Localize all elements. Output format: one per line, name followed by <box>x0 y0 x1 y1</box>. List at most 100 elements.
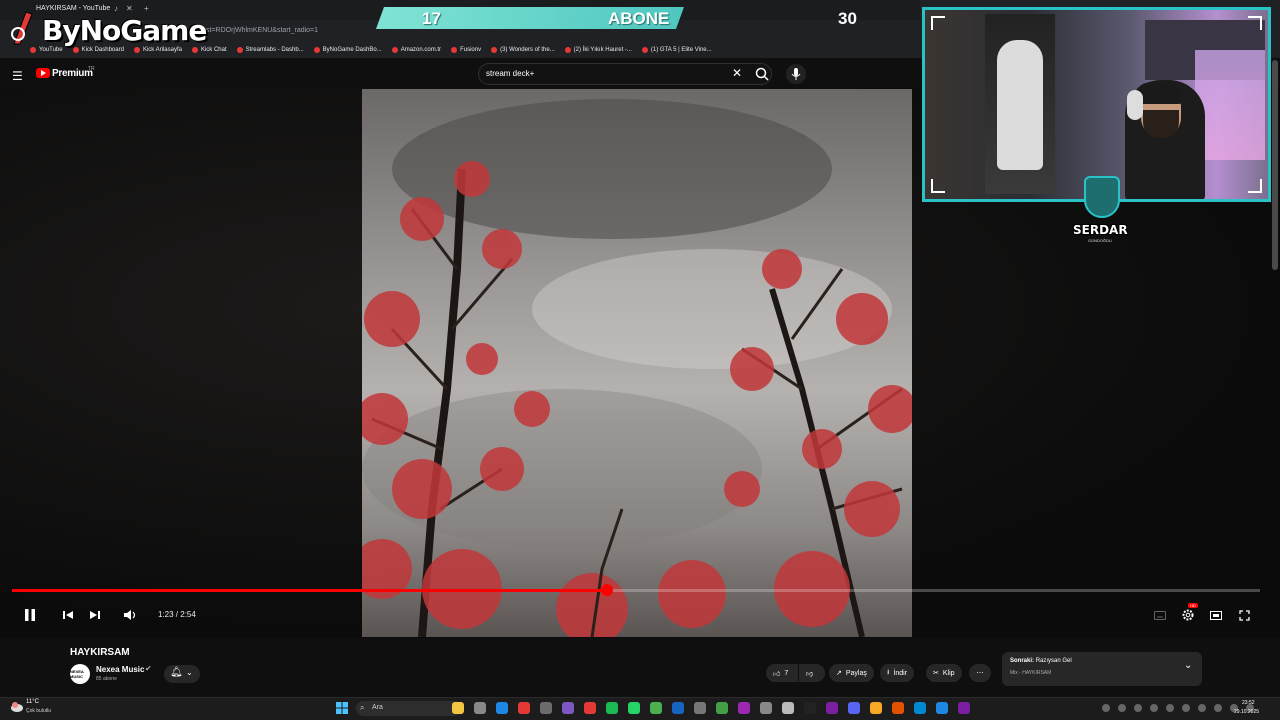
url-text[interactable]: st=RDOrjWhlmKENU&start_radio=1 <box>206 27 318 34</box>
app-icon[interactable] <box>958 702 970 714</box>
like-button[interactable]: 👍︎ 7 <box>766 664 798 682</box>
tab-audio-icon[interactable]: ♪ <box>114 4 118 13</box>
new-tab-icon[interactable]: + <box>144 4 149 13</box>
system-tray-icon[interactable] <box>1150 704 1158 712</box>
system-tray-icon[interactable] <box>1166 704 1174 712</box>
system-tray-icon[interactable] <box>1198 704 1206 712</box>
up-next-mix: Mix - HAYKIRSAM <box>1010 670 1052 676</box>
expand-chevron-icon[interactable]: ⌄ <box>1184 660 1192 671</box>
led-light <box>1195 50 1265 160</box>
bynogame-logo-icon <box>11 11 33 45</box>
office-icon[interactable] <box>892 702 904 714</box>
game-icon[interactable] <box>650 702 662 714</box>
share-label: Paylaş <box>845 669 867 677</box>
obs-icon[interactable] <box>562 702 574 714</box>
like-count: 7 <box>784 669 789 677</box>
more-actions-button[interactable]: ⋯ <box>969 664 991 682</box>
system-tray-icon[interactable] <box>1102 704 1110 712</box>
bookmark-item[interactable]: Fusionv <box>451 47 481 53</box>
scissors-icon: ✂ <box>933 670 939 677</box>
bookmark-label: YouTube <box>39 47 63 53</box>
settings-button[interactable] <box>1179 606 1197 624</box>
bell-icon: 🔔︎ <box>170 667 183 678</box>
weather-temperature[interactable]: 11°C <box>26 699 39 705</box>
file-explorer-icon[interactable] <box>474 702 486 714</box>
bookmark-item[interactable]: (3) Wonders of the... <box>491 47 555 53</box>
edge-icon[interactable] <box>496 702 508 714</box>
channel-name[interactable]: Nexea Music <box>96 665 144 674</box>
notification-bell-button[interactable]: 🔔︎ ⌄ <box>164 665 200 683</box>
search-input[interactable]: stream deck+ <box>486 69 534 78</box>
chrome-icon[interactable] <box>518 702 530 714</box>
clear-search-icon[interactable]: ✕ <box>732 66 742 80</box>
up-next-title: Sonraki: Razıysan Gel <box>1010 658 1072 664</box>
next-button[interactable] <box>87 606 103 624</box>
taskbar-search-placeholder[interactable]: Ara <box>372 704 383 711</box>
app-icon[interactable] <box>826 702 838 714</box>
calendar-icon[interactable] <box>584 702 596 714</box>
system-tray-icon[interactable] <box>1214 704 1222 712</box>
share-button[interactable]: ↗ Paylaş <box>829 664 874 682</box>
steam-icon[interactable] <box>914 702 926 714</box>
download-button[interactable]: ⭳ İndir <box>880 664 915 682</box>
whatsapp-icon[interactable] <box>628 702 640 714</box>
tab-title[interactable]: HAYKIRSAM - YouTube <box>36 5 110 12</box>
voice-search-button[interactable] <box>786 64 806 84</box>
theater-icon <box>1210 610 1222 620</box>
folder-icon[interactable] <box>870 702 882 714</box>
discord-icon[interactable] <box>848 702 860 714</box>
bookmark-item[interactable]: (2) İki Yıkık Hauret -... <box>564 47 632 53</box>
stream-icon[interactable] <box>738 702 750 714</box>
taskbar-time[interactable]: 23:52 <box>1242 700 1255 706</box>
sub-goal-target: 30 <box>838 9 857 28</box>
video-artwork[interactable] <box>362 89 912 637</box>
app-icon[interactable] <box>540 702 552 714</box>
previous-button[interactable] <box>60 606 76 624</box>
weather-description[interactable]: Çok bulutlu <box>26 708 51 714</box>
bookmark-item[interactable]: Streamlabs - Dashb... <box>236 47 304 53</box>
system-tray-icon[interactable] <box>1182 704 1190 712</box>
app-icon[interactable] <box>804 702 816 714</box>
youtube-premium-logo[interactable]: Premium <box>52 68 93 79</box>
tab-close-icon[interactable]: ✕ <box>126 4 133 13</box>
page-scrollbar[interactable] <box>1272 60 1278 270</box>
dislike-button[interactable]: 👎︎ <box>799 664 825 682</box>
widgets-icon[interactable] <box>452 702 464 714</box>
spotify-icon[interactable] <box>606 702 618 714</box>
bookmark-item[interactable]: Amazon.com.tr <box>391 47 441 53</box>
weather-cloud-icon <box>11 702 23 712</box>
search-icon[interactable] <box>752 65 772 83</box>
bookmark-item[interactable]: Kick Dashboard <box>72 47 124 53</box>
hd-badge: HD <box>1188 603 1198 608</box>
xbox-icon[interactable] <box>716 702 728 714</box>
frame-corner <box>1248 179 1262 193</box>
app-icon[interactable] <box>694 702 706 714</box>
pause-button[interactable] <box>20 606 40 624</box>
bookmark-item[interactable]: ByNoGame DashBo... <box>313 47 382 53</box>
system-tray-icon[interactable] <box>1118 704 1126 712</box>
bookmark-item[interactable]: Kick Arilasayfa <box>133 47 182 53</box>
verified-icon: ✔ <box>145 664 152 673</box>
frame-corner <box>1248 16 1262 30</box>
subtitles-button[interactable] <box>1151 606 1169 624</box>
volume-button[interactable] <box>121 606 139 624</box>
bookmark-item[interactable]: (1) GTA 5 | Elite Vine... <box>641 47 712 53</box>
theater-mode-button[interactable] <box>1207 606 1225 624</box>
store-icon[interactable] <box>936 702 948 714</box>
bookmark-item[interactable]: Kick Chat <box>191 47 227 53</box>
outlook-icon[interactable] <box>672 702 684 714</box>
taskbar-date[interactable]: 29.10.2025 <box>1234 709 1259 715</box>
channel-avatar[interactable]: NEXEA MUSIC <box>70 664 90 684</box>
progress-scrubber[interactable] <box>601 584 613 596</box>
system-tray-icon[interactable] <box>1134 704 1142 712</box>
menu-icon[interactable]: ☰ <box>12 69 23 83</box>
windows-start-icon[interactable] <box>336 702 348 714</box>
streamer-headset <box>1127 90 1143 120</box>
chevron-down-icon: ⌄ <box>186 668 193 677</box>
youtube-logo-icon[interactable] <box>36 68 50 78</box>
fullscreen-button[interactable] <box>1235 606 1253 624</box>
progress-played <box>12 589 607 592</box>
clip-button[interactable]: ✂ Klip <box>926 664 962 682</box>
app-icon[interactable] <box>782 702 794 714</box>
settings-icon[interactable] <box>760 702 772 714</box>
